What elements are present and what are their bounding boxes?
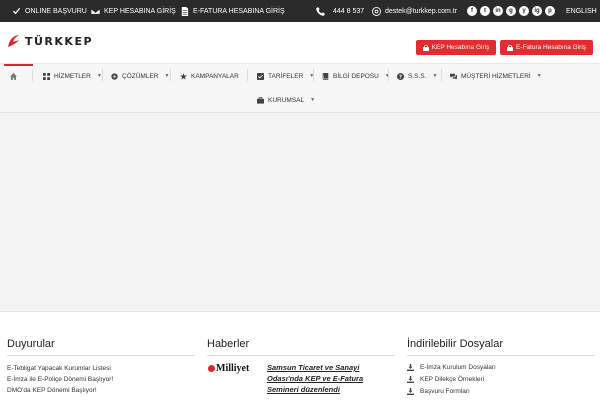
nav-bilgi-deposu[interactable]: BİLGİ DEPOSU ▼ bbox=[322, 65, 390, 87]
grid-icon bbox=[43, 72, 50, 80]
gear-icon bbox=[111, 72, 118, 80]
duyuru-item[interactable]: DMO'da KEP Dönemi Başlıyor! bbox=[7, 387, 97, 394]
nav-divider bbox=[388, 69, 389, 81]
nav-musteri-hizmetleri[interactable]: MÜŞTERİ HİZMETLERİ ▼ bbox=[450, 65, 542, 87]
phone-link[interactable]: 444 8 537 bbox=[316, 0, 364, 22]
duyurular-title: Duyurular bbox=[7, 338, 55, 350]
milliyet-logo: Milliyet bbox=[208, 363, 249, 374]
lock-icon bbox=[506, 44, 513, 51]
online-basvuru-link[interactable]: ONLINE BAŞVURU bbox=[12, 0, 87, 22]
download-item[interactable]: E-İmza Kurulum Dosyaları bbox=[407, 364, 496, 371]
download-item-label: KEP Dilekçe Örnekleri bbox=[420, 376, 485, 383]
email-link[interactable]: destek@turkkep.com.tr bbox=[372, 0, 457, 22]
nav-divider bbox=[32, 69, 33, 81]
nav-home[interactable] bbox=[10, 65, 17, 87]
language-link[interactable]: ENGLISH bbox=[566, 0, 597, 22]
nav-divider bbox=[247, 69, 248, 81]
nav-divider bbox=[102, 69, 103, 81]
email-address: destek@turkkep.com.tr bbox=[385, 7, 458, 15]
download-item-label: Başvuru Formları bbox=[420, 388, 470, 395]
nav-cozumler[interactable]: ÇÖZÜMLER ▼ bbox=[111, 65, 169, 87]
logo-swoosh-icon bbox=[8, 35, 19, 47]
kep-hesabina-giris-button[interactable]: KEP Hesabına Giriş bbox=[416, 40, 496, 55]
phone-number: 444 8 537 bbox=[333, 7, 365, 15]
instagram-icon[interactable]: ig bbox=[532, 6, 542, 16]
at-icon bbox=[372, 6, 381, 16]
social-links: f t in g y ig p bbox=[467, 6, 555, 16]
nav-musteri-hizmetleri-label: MÜŞTERİ HİZMETLERİ bbox=[461, 72, 531, 80]
language-label: ENGLISH bbox=[566, 7, 597, 15]
duyuru-item[interactable]: E-Tebligat Yapacak Kurumlar Listesi bbox=[7, 365, 111, 372]
twitter-icon[interactable]: t bbox=[480, 6, 490, 16]
checkbox-icon bbox=[257, 72, 264, 80]
nav-cozumler-label: ÇÖZÜMLER bbox=[122, 72, 159, 80]
download-icon bbox=[407, 376, 414, 383]
chat-icon bbox=[450, 73, 457, 80]
download-item-label: E-İmza Kurulum Dosyaları bbox=[420, 364, 496, 371]
download-item[interactable]: KEP Dilekçe Örnekleri bbox=[407, 376, 484, 383]
nav-kampanyalar-label: KAMPANYALAR bbox=[191, 72, 239, 80]
phone-icon bbox=[316, 6, 325, 16]
nav-bilgi-deposu-label: BİLGİ DEPOSU bbox=[333, 72, 379, 80]
efatura-hesabina-giris-button[interactable]: E-Fatura Hesabına Giriş bbox=[500, 40, 593, 55]
youtube-icon[interactable]: y bbox=[519, 6, 529, 16]
indirilebilir-divider bbox=[407, 355, 595, 356]
nav-tarifeler-label: TARİFELER bbox=[268, 72, 304, 80]
efatura-giris-label: E-FATURA HESABINA GİRİŞ bbox=[193, 7, 285, 15]
header: TÜRKKEP KEP Hesabına Giriş E-Fatura Hesa… bbox=[0, 22, 600, 63]
envelope-icon bbox=[91, 7, 100, 15]
home-icon bbox=[10, 72, 17, 80]
duyurular-divider bbox=[7, 355, 195, 356]
efatura-button-label: E-Fatura Hesabına Giriş bbox=[515, 44, 587, 51]
chevron-down-icon: ▼ bbox=[432, 73, 438, 79]
efatura-hesabina-giris-link[interactable]: E-FATURA HESABINA GİRİŞ bbox=[180, 0, 285, 22]
document-icon bbox=[181, 6, 189, 16]
google-plus-icon[interactable]: g bbox=[506, 6, 516, 16]
haberler-title: Haberler bbox=[207, 338, 250, 350]
chevron-down-icon: ▼ bbox=[536, 73, 542, 79]
indirilebilir-dosyalar-title: İndirilebilir Dosyalar bbox=[407, 338, 503, 350]
hero-banner bbox=[0, 113, 600, 312]
main-nav: HİZMETLER ▼ ÇÖZÜMLER ▼ KAMPANYALAR TARİF… bbox=[0, 63, 600, 113]
kep-button-label: KEP Hesabına Giriş bbox=[431, 44, 490, 51]
star-icon bbox=[180, 72, 187, 80]
nav-divider bbox=[441, 69, 442, 81]
download-icon bbox=[407, 364, 414, 371]
haberler-divider bbox=[207, 355, 395, 356]
download-icon bbox=[407, 388, 414, 395]
nav-hizmetler[interactable]: HİZMETLER ▼ bbox=[43, 65, 102, 87]
nav-active-indicator bbox=[4, 64, 33, 66]
nav-kurumsal-label: KURUMSAL bbox=[268, 96, 305, 104]
logo-text: TÜRKKEP bbox=[25, 34, 94, 48]
question-icon: ? bbox=[397, 72, 404, 80]
kep-giris-label: KEP HESABINA GİRİŞ bbox=[104, 7, 176, 15]
lock-icon bbox=[422, 44, 429, 51]
turkkep-logo[interactable]: TÜRKKEP bbox=[7, 34, 93, 48]
book-icon bbox=[322, 72, 329, 80]
milliyet-logo-dot bbox=[208, 365, 215, 372]
online-basvuru-label: ONLINE BAŞVURU bbox=[25, 7, 87, 15]
nav-hizmetler-label: HİZMETLER bbox=[54, 72, 91, 80]
nav-kampanyalar[interactable]: KAMPANYALAR bbox=[180, 65, 239, 87]
nav-kurumsal[interactable]: KURUMSAL ▼ bbox=[257, 89, 315, 111]
download-item[interactable]: Başvuru Formları bbox=[407, 388, 470, 395]
nav-divider bbox=[313, 69, 314, 81]
chevron-down-icon: ▼ bbox=[164, 73, 170, 79]
duyuru-item[interactable]: E-İmza ile E-Poliçe Dönemi Başlıyor! bbox=[7, 376, 113, 383]
chevron-down-icon: ▼ bbox=[310, 97, 316, 103]
kep-hesabina-giris-link[interactable]: KEP HESABINA GİRİŞ bbox=[91, 0, 176, 22]
top-bar: ONLINE BAŞVURU KEP HESABINA GİRİŞ E-FATU… bbox=[0, 0, 600, 22]
facebook-icon[interactable]: f bbox=[467, 6, 477, 16]
nav-tarifeler[interactable]: TARİFELER ▼ bbox=[257, 65, 314, 87]
news-source-label: Milliyet bbox=[216, 363, 250, 374]
nav-divider bbox=[170, 69, 171, 81]
svg-text:?: ? bbox=[399, 74, 402, 79]
news-headline-link[interactable]: Samsun Ticaret ve Sanayi Odası'nda KEP v… bbox=[267, 362, 387, 395]
nav-sss[interactable]: ? S.S.S. ▼ bbox=[397, 65, 437, 87]
briefcase-icon bbox=[257, 96, 264, 104]
nav-sss-label: S.S.S. bbox=[408, 72, 427, 80]
check-icon bbox=[12, 7, 21, 14]
linkedin-icon[interactable]: in bbox=[493, 6, 503, 16]
pinterest-icon[interactable]: p bbox=[545, 6, 555, 16]
